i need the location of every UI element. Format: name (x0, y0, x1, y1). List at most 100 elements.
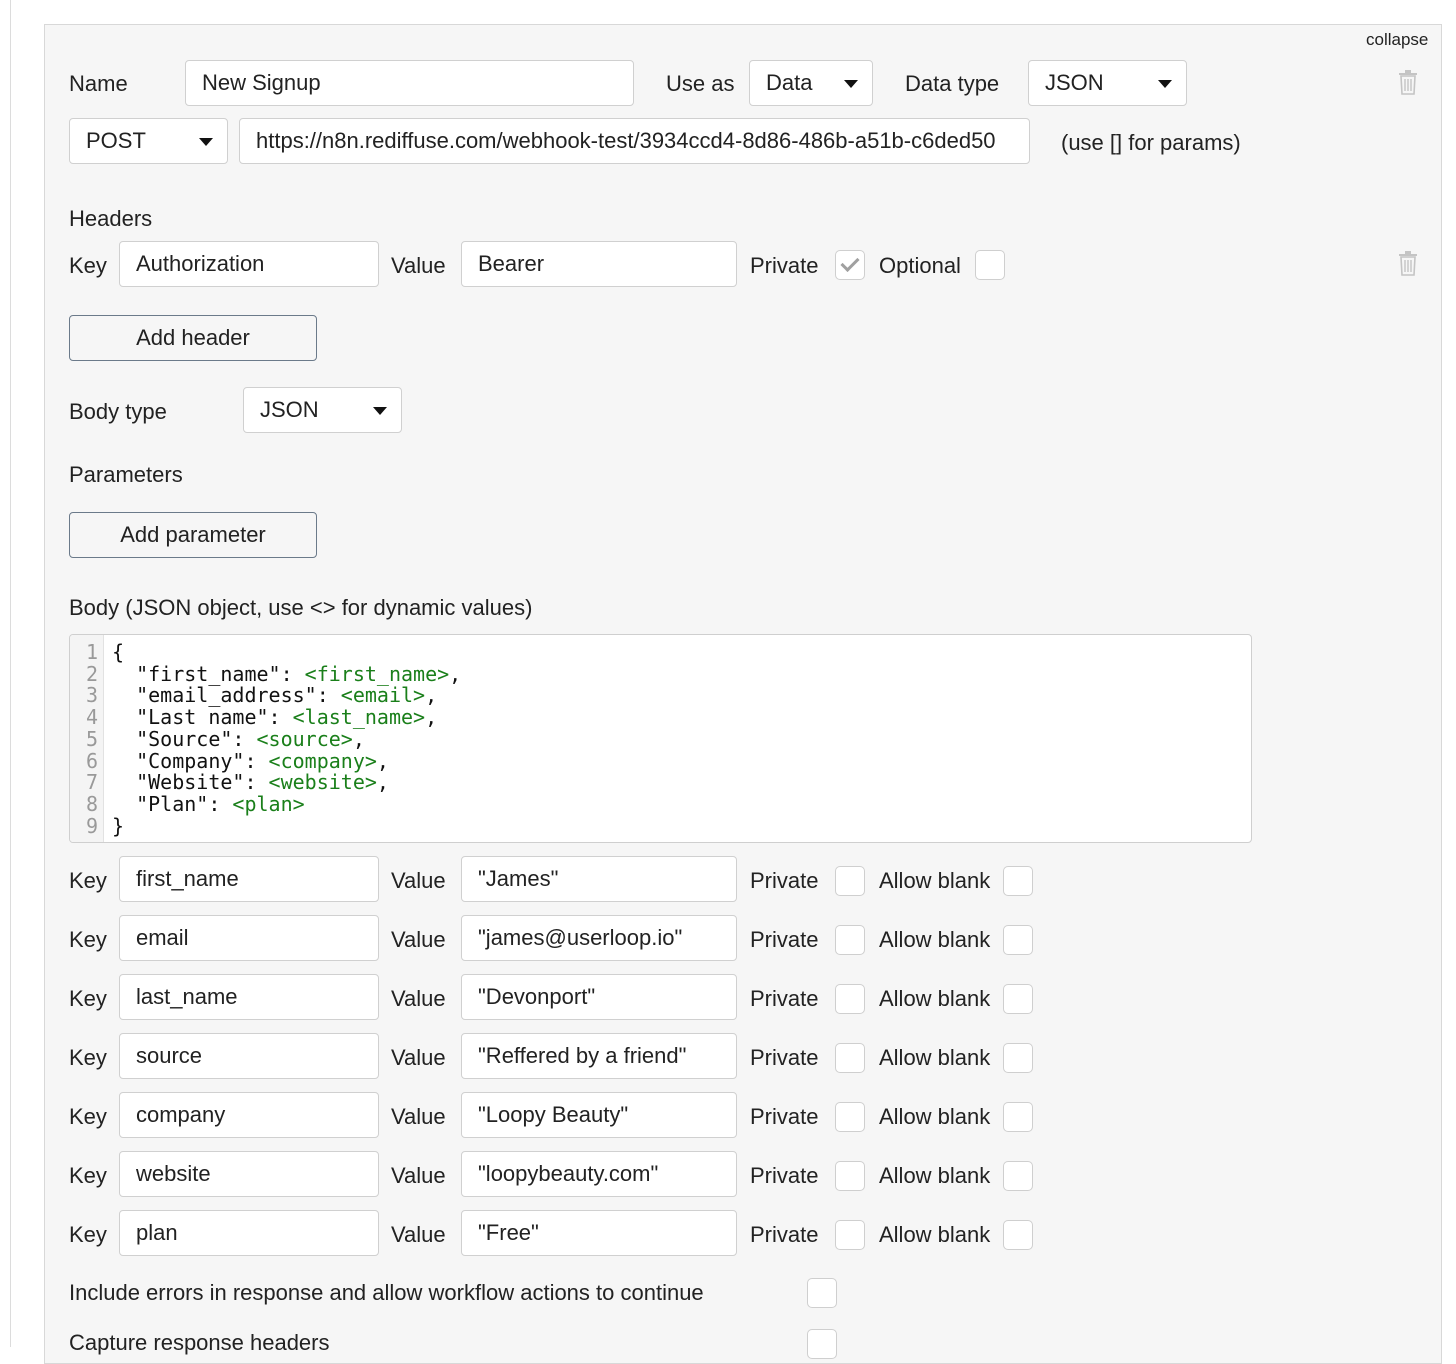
body-type-select[interactable]: JSON (243, 387, 402, 433)
param-value-input[interactable]: "james@userloop.io" (461, 915, 737, 961)
code-line: 3 "email_address": <email>, (70, 684, 1250, 706)
parameters-title: Parameters (69, 462, 183, 487)
param-value-label: Value (391, 868, 446, 893)
param-allow-blank-label: Allow blank (879, 986, 991, 1011)
param-value-input[interactable]: "Reffered by a friend" (461, 1033, 737, 1079)
header-private-checkbox[interactable] (835, 250, 865, 280)
use-as-select[interactable]: Data (749, 60, 873, 106)
param-value-label: Value (391, 1222, 446, 1247)
include-errors-checkbox[interactable] (807, 1278, 837, 1308)
param-private-checkbox[interactable] (835, 984, 865, 1014)
param-private-checkbox[interactable] (835, 1102, 865, 1132)
code-line: 4 "Last name": <last_name>, (70, 706, 1250, 728)
name-input[interactable]: New Signup (185, 60, 634, 106)
code-punctuation: , (376, 770, 389, 795)
param-allow-blank-checkbox[interactable] (1003, 984, 1033, 1014)
header-key-input[interactable]: Authorization (119, 241, 379, 287)
dynamic-value: <last_name> (292, 705, 426, 730)
method-select[interactable]: POST (69, 118, 228, 164)
param-value-input[interactable]: "Devonport" (461, 974, 737, 1020)
param-allow-blank-checkbox[interactable] (1003, 925, 1033, 955)
header-value-input[interactable]: Bearer (461, 241, 737, 287)
param-private-checkbox[interactable] (835, 1220, 865, 1250)
url-input[interactable]: https://n8n.rediffuse.com/webhook-test/3… (239, 118, 1030, 164)
param-key-input[interactable]: first_name (119, 856, 379, 902)
add-parameter-button[interactable]: Add parameter (69, 512, 317, 558)
param-private-checkbox[interactable] (835, 1043, 865, 1073)
trash-icon[interactable] (1397, 250, 1419, 276)
param-allow-blank-checkbox[interactable] (1003, 1043, 1033, 1073)
param-private-label: Private (750, 1163, 819, 1188)
code-punctuation: , (376, 748, 389, 773)
line-number: 4 (85, 705, 98, 730)
method-value: POST (86, 128, 146, 153)
param-allow-blank-checkbox[interactable] (1003, 1161, 1033, 1191)
code-literal: "first_name": (112, 661, 305, 686)
param-allow-blank-checkbox[interactable] (1003, 866, 1033, 896)
param-allow-blank-label: Allow blank (879, 1222, 991, 1247)
param-allow-blank-checkbox[interactable] (1003, 1102, 1033, 1132)
trash-icon[interactable] (1397, 69, 1419, 95)
add-header-button[interactable]: Add header (69, 315, 317, 361)
param-value-label: Value (391, 927, 446, 952)
collapse-link[interactable]: collapse (1366, 29, 1428, 51)
header-optional-label: Optional (879, 253, 961, 278)
param-key-input[interactable]: website (119, 1151, 379, 1197)
dynamic-value: <company> (268, 748, 377, 773)
code-line: 9} (70, 815, 1250, 837)
code-text: "Plan": <plan> (112, 793, 305, 815)
param-private-checkbox[interactable] (835, 1161, 865, 1191)
code-literal: "Plan": (112, 791, 233, 816)
code-literal: "Source": (112, 726, 257, 751)
param-allow-blank-checkbox[interactable] (1003, 1220, 1033, 1250)
data-type-label: Data type (905, 71, 1000, 96)
caret-down-icon (373, 407, 387, 415)
dynamic-value: <first_name> (304, 661, 450, 686)
header-optional-checkbox[interactable] (975, 250, 1005, 280)
param-key-input[interactable]: last_name (119, 974, 379, 1020)
line-number: 5 (85, 726, 98, 751)
dynamic-value: <plan> (232, 791, 305, 816)
code-text: "Source": <source>, (112, 728, 365, 750)
param-key-input[interactable]: plan (119, 1210, 379, 1256)
capture-headers-checkbox[interactable] (807, 1329, 837, 1359)
param-key-label: Key (69, 986, 107, 1011)
param-key-label: Key (69, 1045, 107, 1070)
body-type-label: Body type (69, 399, 167, 424)
param-value-input[interactable]: "Free" (461, 1210, 737, 1256)
line-number: 3 (85, 683, 98, 708)
param-private-checkbox[interactable] (835, 866, 865, 896)
api-call-panel: collapse Name New Signup Use as Data Dat… (44, 24, 1442, 1364)
left-divider (10, 0, 11, 1347)
header-value-label: Value (391, 253, 446, 278)
param-value-input[interactable]: "loopybeauty.com" (461, 1151, 737, 1197)
code-line: 8 "Plan": <plan> (70, 793, 1250, 815)
body-code-editor[interactable]: 1{2 "first_name": <first_name>, 3 "email_… (69, 634, 1252, 843)
code-punctuation: , (425, 705, 438, 730)
param-private-checkbox[interactable] (835, 925, 865, 955)
code-line: 2 "first_name": <first_name>, (70, 663, 1250, 685)
data-type-select[interactable]: JSON (1028, 60, 1187, 106)
param-allow-blank-label: Allow blank (879, 927, 991, 952)
param-key-label: Key (69, 868, 107, 893)
code-literal: "Last name": (112, 705, 293, 730)
param-value-input[interactable]: "James" (461, 856, 737, 902)
caret-down-icon (844, 80, 858, 88)
param-value-input[interactable]: "Loopy Beauty" (461, 1092, 737, 1138)
param-value-label: Value (391, 1104, 446, 1129)
use-as-label: Use as (666, 71, 735, 96)
headers-title: Headers (69, 206, 153, 231)
param-key-input[interactable]: email (119, 915, 379, 961)
header-private-label: Private (750, 253, 819, 278)
param-key-input[interactable]: company (119, 1092, 379, 1138)
param-value-label: Value (391, 1163, 446, 1188)
param-key-input[interactable]: source (119, 1033, 379, 1079)
data-type-value: JSON (1045, 70, 1104, 95)
code-text: "Last name": <last_name>, (112, 706, 437, 728)
code-text: "Website": <website>, (112, 771, 389, 793)
code-text: "Company": <company>, (112, 750, 389, 772)
code-text: "email_address": <email>, (112, 684, 437, 706)
dynamic-value: <source> (256, 726, 353, 751)
line-number: 1 (85, 640, 98, 664)
line-number: 7 (85, 770, 98, 795)
